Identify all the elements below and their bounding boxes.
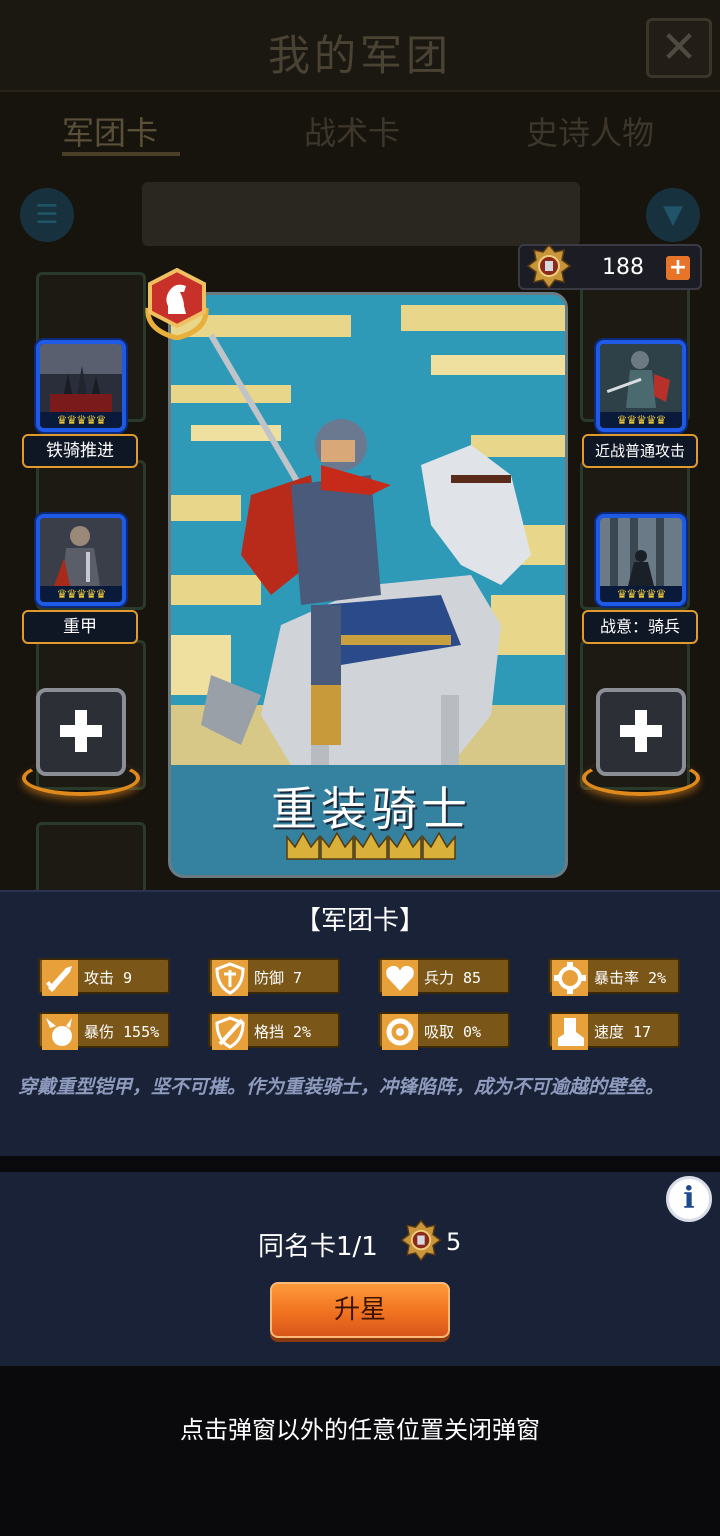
- star-crowns: [286, 831, 456, 860]
- skill-slot-heavy-armor[interactable]: ♛♛♛♛♛: [36, 514, 126, 606]
- skill-label-iron-cavalry: 铁骑推进: [22, 434, 138, 468]
- add-skill-button-right[interactable]: [596, 688, 686, 776]
- block-shield-icon: [212, 1014, 248, 1050]
- add-skill-button-left[interactable]: [36, 688, 126, 776]
- heart-icon: [382, 960, 418, 996]
- skill-crowns: ♛♛♛♛♛: [600, 586, 682, 602]
- knight-chess-icon: [145, 268, 209, 340]
- stat-defense: 防御 7: [208, 958, 340, 996]
- skill-label-heavy-armor: 重甲: [22, 610, 138, 644]
- stat-attack: 攻击 9: [38, 958, 170, 996]
- filter-icon[interactable]: ▼: [646, 188, 700, 242]
- upgrade-star-button[interactable]: 升星: [270, 1282, 450, 1338]
- currency-amount: 188: [602, 255, 644, 280]
- tab-legion-cards[interactable]: 军团卡: [62, 108, 158, 154]
- stat-speed: 速度 17: [548, 1012, 680, 1050]
- stat-absorb: 吸取 0%: [378, 1012, 510, 1050]
- list-icon[interactable]: ☰: [20, 188, 74, 242]
- boot-icon: [552, 1014, 588, 1050]
- emblem-cost: 5: [446, 1228, 462, 1256]
- close-icon[interactable]: ✕: [646, 18, 712, 78]
- add-currency-button[interactable]: +: [666, 256, 690, 280]
- stat-troops: 兵力 85: [378, 958, 510, 996]
- skill-slot-battle-will-cavalry[interactable]: ♛♛♛♛♛: [596, 514, 686, 606]
- card-description: 穿戴重型铠甲，坚不可摧。作为重装骑士，冲锋陷阵，成为不可逾越的壁垒。: [18, 1076, 665, 1098]
- legion-emblem-icon: [400, 1219, 442, 1262]
- absorb-icon: [382, 1014, 418, 1050]
- close-popup-hint: 点击弹窗以外的任意位置关闭弹窗: [180, 1416, 540, 1444]
- skill-art: [40, 344, 122, 412]
- card-type-label: 【军团卡】: [294, 906, 425, 936]
- skill-slot-melee-attack[interactable]: ♛♛♛♛♛: [596, 340, 686, 432]
- duplicate-card-count: 同名卡1/1: [258, 1232, 378, 1262]
- skill-art: [40, 518, 122, 586]
- skill-crowns: ♛♛♛♛♛: [600, 412, 682, 428]
- sword-icon: [42, 960, 78, 996]
- search-input[interactable]: [142, 182, 580, 246]
- skill-art: [600, 518, 682, 586]
- burst-icon: [42, 1014, 78, 1050]
- tab-tactic-cards[interactable]: 战术卡: [304, 108, 400, 154]
- info-button[interactable]: i: [666, 1176, 712, 1222]
- legion-emblem-icon: [526, 243, 572, 290]
- crit-gear-icon: [552, 960, 588, 996]
- stat-crit-rate: 暴击率 2%: [548, 958, 680, 996]
- background-title: 我的军团: [267, 31, 452, 80]
- stat-crit-damage: 暴伤 155%: [38, 1012, 170, 1050]
- active-tab-underline: [62, 152, 180, 156]
- plus-icon: [60, 710, 102, 752]
- plus-icon: [620, 710, 662, 752]
- skill-art: [600, 344, 682, 412]
- skill-label-battle-will-cavalry: 战意：骑兵: [582, 610, 698, 644]
- stat-block: 格挡 2%: [208, 1012, 340, 1050]
- skill-crowns: ♛♛♛♛♛: [40, 586, 122, 602]
- skill-crowns: ♛♛♛♛♛: [40, 412, 122, 428]
- shield-icon: [212, 960, 248, 996]
- legion-card: 重装骑士: [168, 292, 568, 878]
- skill-slot-iron-cavalry[interactable]: ♛♛♛♛♛: [36, 340, 126, 432]
- info-icon: i: [683, 1181, 695, 1216]
- currency-bar: 188 +: [518, 243, 702, 290]
- tab-epic-characters[interactable]: 史诗人物: [526, 108, 654, 154]
- skill-label-melee-attack: 近战普通攻击: [582, 434, 698, 468]
